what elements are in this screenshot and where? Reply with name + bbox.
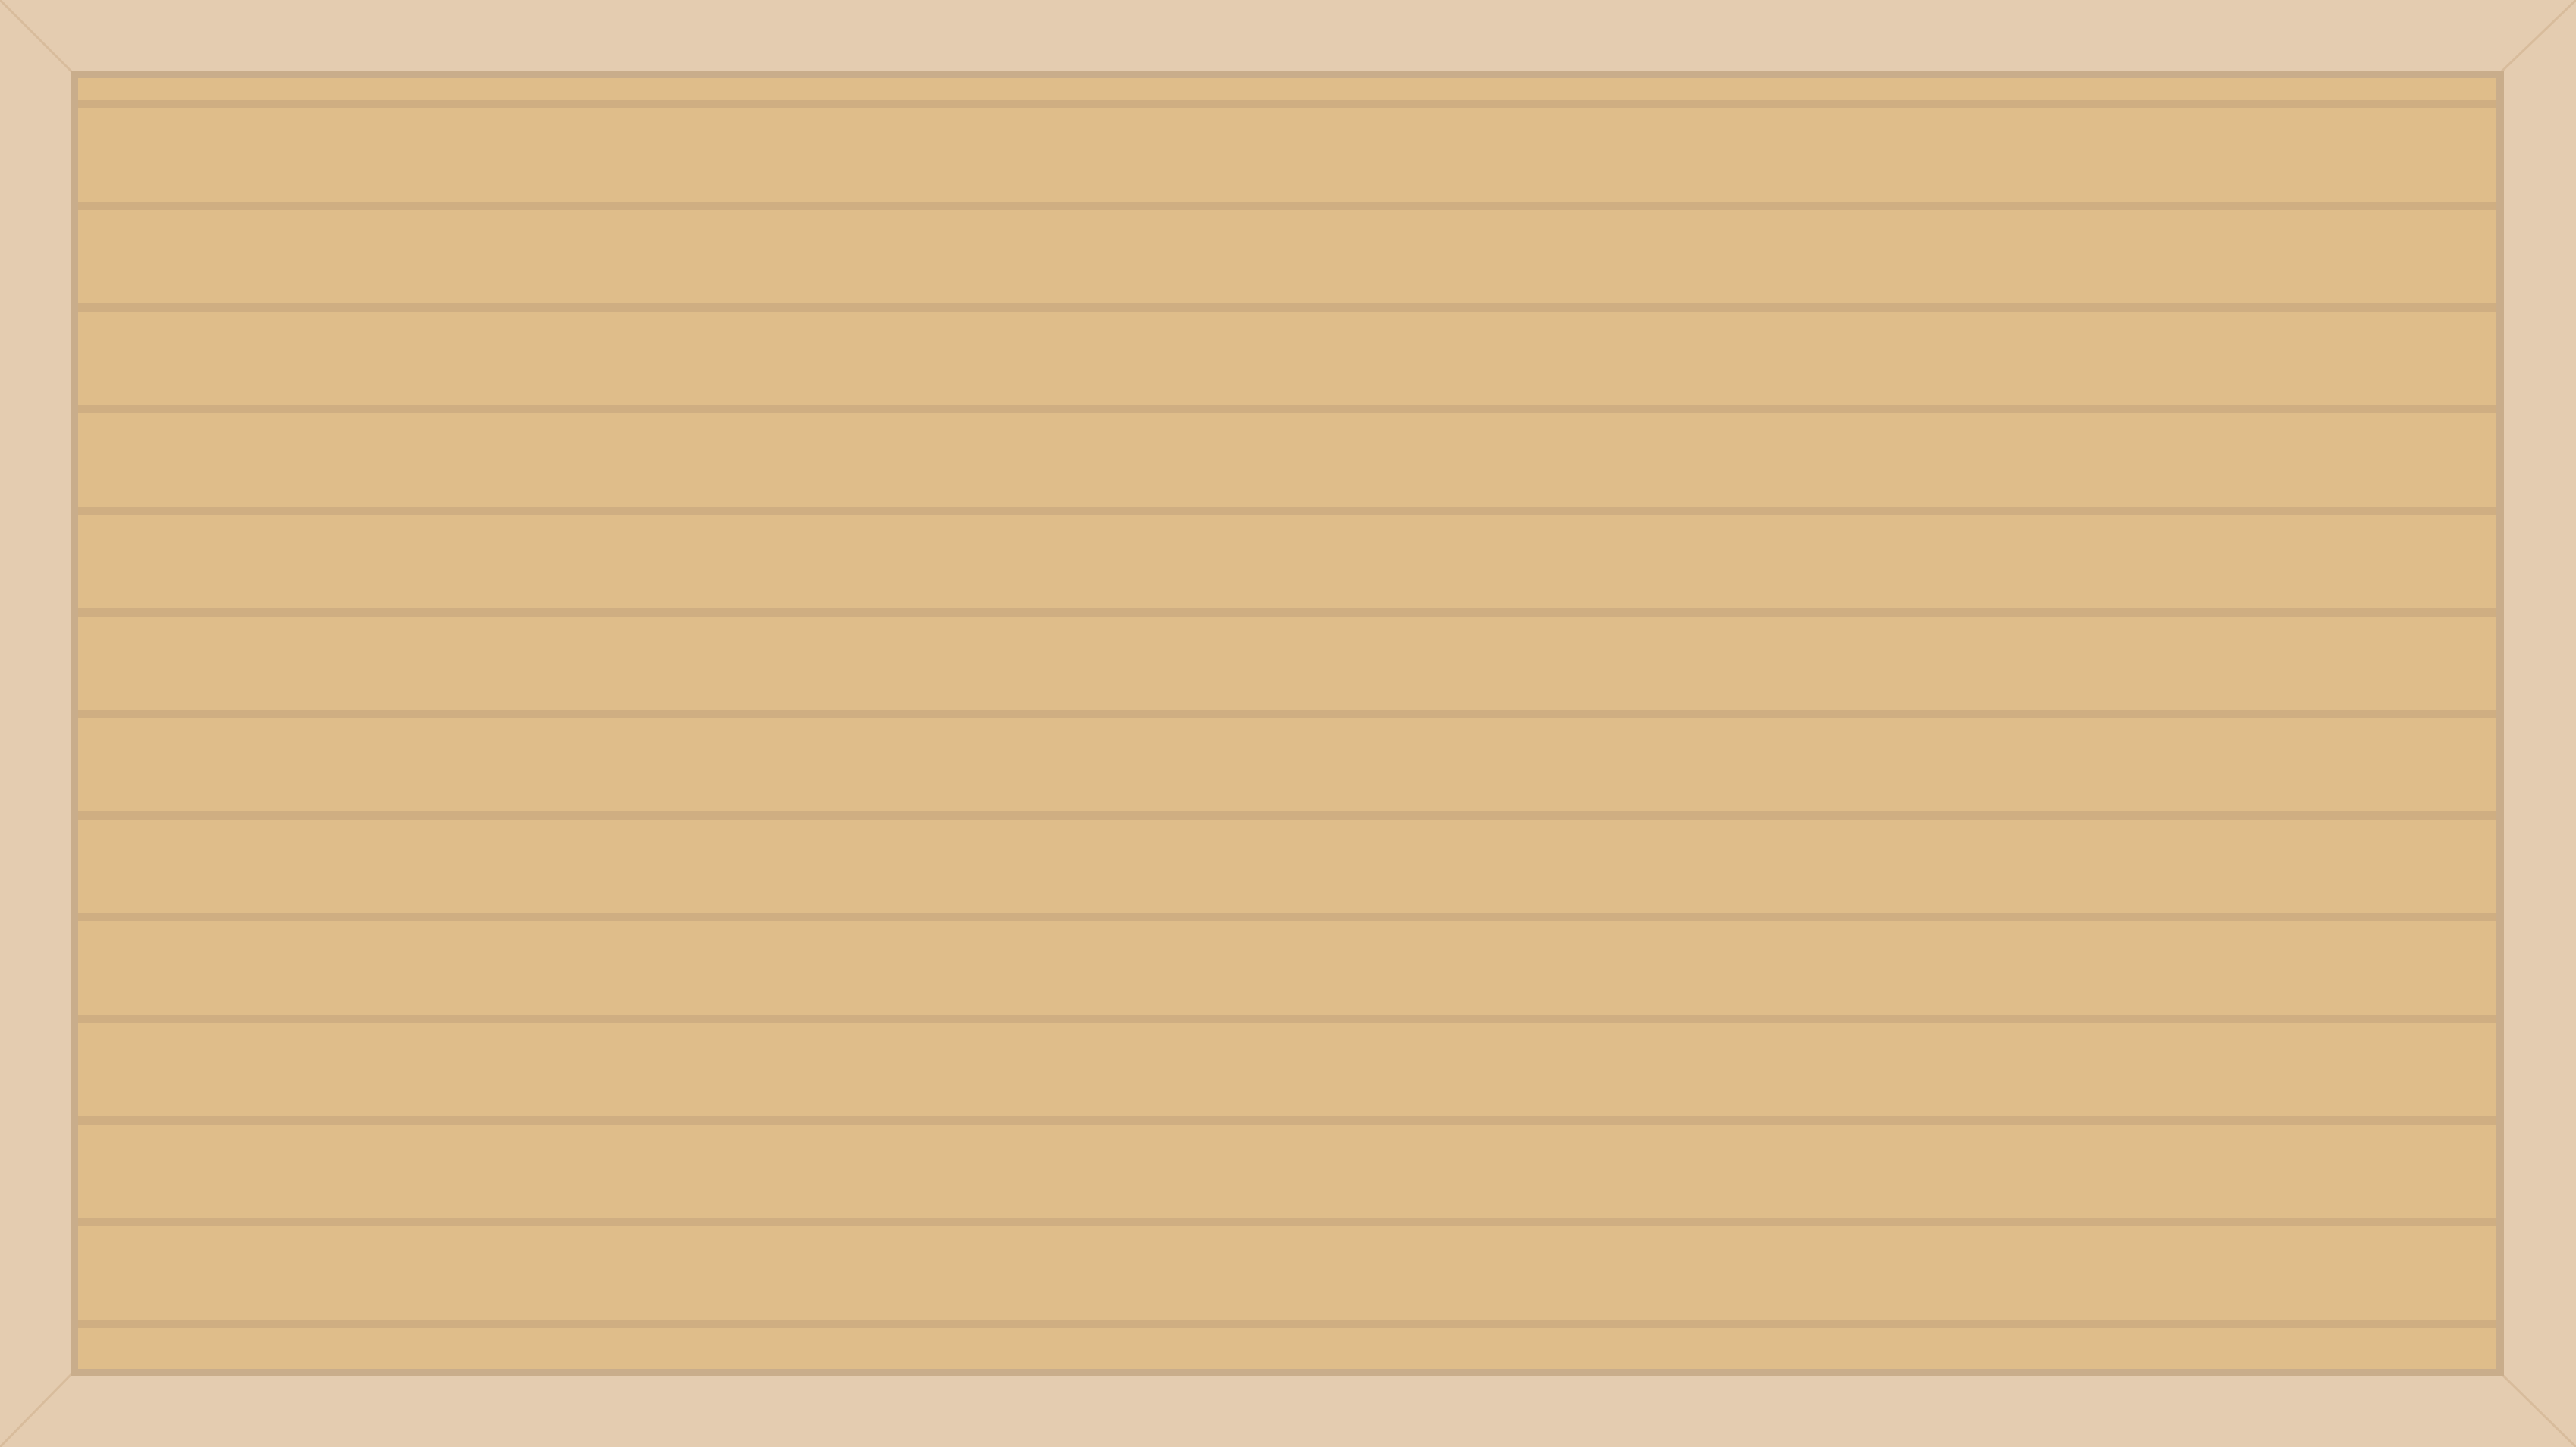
- plank-line: [78, 608, 2496, 617]
- plank-line: [78, 913, 2496, 921]
- plank-line: [78, 811, 2496, 820]
- plank-line: [78, 1015, 2496, 1023]
- plank-line: [78, 405, 2496, 413]
- plank-line: [78, 100, 2496, 108]
- plank-line: [78, 710, 2496, 718]
- plank-line: [78, 202, 2496, 210]
- wooden-frame-scene: [0, 0, 2576, 1447]
- board-panel: [74, 74, 2500, 1373]
- plank-line: [78, 1116, 2496, 1125]
- frame-canvas: [0, 0, 2576, 1447]
- plank-line: [78, 507, 2496, 515]
- plank-line: [78, 1320, 2496, 1328]
- plank-line: [78, 1218, 2496, 1226]
- plank-line: [78, 303, 2496, 312]
